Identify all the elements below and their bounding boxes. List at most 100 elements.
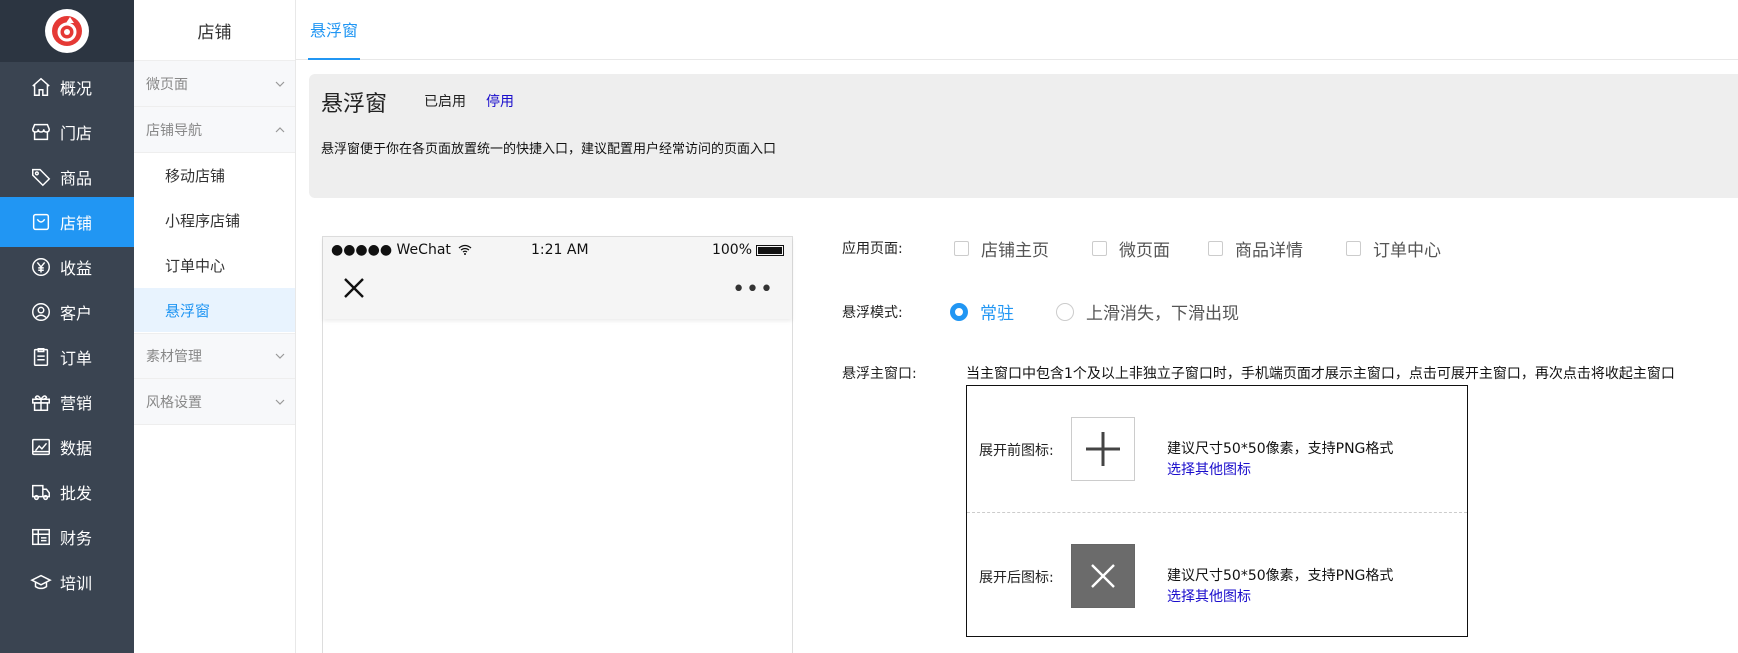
float-mode-label: 悬浮模式:	[842, 305, 903, 321]
nav-item-label: 订单	[60, 349, 93, 368]
nav-item-earnings[interactable]: 收益	[0, 242, 134, 292]
checkbox-box	[1208, 241, 1223, 256]
nav-item-data[interactable]: 数据	[0, 422, 134, 472]
tab-bar: 悬浮窗	[296, 0, 1738, 60]
home-icon	[32, 77, 50, 96]
checkbox-label: 店铺主页	[981, 241, 1049, 261]
main-content: 悬浮窗 悬浮窗 已启用 停用 悬浮窗便于你在各页面放置统一的快捷入口，建议配置用…	[296, 0, 1738, 653]
nav-item-label: 收益	[60, 259, 93, 278]
nav-item-customers[interactable]: 客户	[0, 287, 134, 337]
store-icon	[32, 123, 50, 141]
tag-icon	[32, 168, 51, 187]
main-sidebar: 概况 门店 商品 店铺 收益 客户 订单 营销 数据 批发 财务 培训	[0, 0, 134, 653]
intro-description: 悬浮窗便于你在各页面放置统一的快捷入口，建议配置用户经常访问的页面入口	[321, 142, 777, 157]
battery-icon	[756, 244, 784, 256]
nav-item-label: 批发	[60, 484, 93, 503]
checkbox-label: 微页面	[1119, 241, 1170, 261]
wifi-icon	[458, 244, 472, 255]
yen-icon	[32, 258, 50, 276]
nav-item-marketing[interactable]: 营销	[0, 377, 134, 427]
subnav-title: 店铺	[134, 0, 295, 61]
phone-header: ●●●●● WeChat 1:21 AM 100% •••	[323, 237, 792, 319]
checkbox-box	[1092, 241, 1107, 256]
phone-status-bar: ●●●●● WeChat 1:21 AM 100%	[331, 242, 784, 260]
battery-percent: 100%	[711, 242, 752, 258]
subnav-group-style[interactable]: 风格设置	[134, 379, 295, 425]
close-icon[interactable]	[341, 275, 367, 301]
before-icon-label: 展开前图标:	[979, 443, 1054, 459]
subnav-item-mobile-shop[interactable]: 移动店铺	[134, 153, 295, 197]
nav-item-wholesale[interactable]: 批发	[0, 467, 134, 517]
user-icon	[32, 303, 50, 321]
after-icon-row: 展开后图标: 建议尺寸50*50像素，支持PNG格式 选择其他图标	[967, 512, 1467, 638]
ledger-icon	[32, 528, 50, 546]
shop-subnav: 店铺 微页面 店铺导航 移动店铺 小程序店铺 订单中心 悬浮窗 素材管理 风格设…	[134, 0, 296, 653]
checkbox-micro-page[interactable]: 微页面	[1092, 236, 1170, 261]
disable-link[interactable]: 停用	[486, 91, 514, 111]
nav-item-label: 数据	[60, 439, 93, 458]
nav-item-label: 营销	[60, 394, 93, 413]
carrier-text: ●●●●● WeChat	[331, 242, 472, 258]
plus-icon	[1086, 432, 1120, 466]
tab-floating-window[interactable]: 悬浮窗	[308, 0, 361, 60]
checkbox-label: 订单中心	[1373, 241, 1441, 261]
after-icon-tile[interactable]	[1071, 544, 1135, 608]
radio-resident[interactable]: 常驻	[950, 299, 1014, 324]
checkbox-label: 商品详情	[1235, 241, 1303, 261]
battery-status: 100%	[712, 242, 784, 258]
group-label: 素材管理	[146, 349, 202, 365]
gift-icon	[32, 395, 50, 411]
carrier-label: ●●●●● WeChat	[331, 242, 451, 258]
radio-dot	[950, 302, 968, 321]
chevron-down-icon	[275, 353, 285, 359]
nav-item-label: 财务	[60, 529, 93, 548]
clock-text: 1:21 AM	[531, 242, 589, 258]
after-icon-label: 展开后图标:	[979, 570, 1054, 586]
subnav-group-shop-nav[interactable]: 店铺导航	[134, 107, 295, 153]
checkbox-product-detail[interactable]: 商品详情	[1208, 236, 1303, 261]
checkbox-shop-home[interactable]: 店铺主页	[954, 236, 1049, 261]
after-choose-icon-link[interactable]: 选择其他图标	[1167, 586, 1251, 606]
radio-label: 上滑消失，下滑出现	[1086, 304, 1239, 324]
subnav-item-miniprogram-shop[interactable]: 小程序店铺	[134, 198, 295, 242]
phone-preview: ●●●●● WeChat 1:21 AM 100% •••	[322, 236, 793, 653]
radio-scroll-hide[interactable]: 上滑消失，下滑出现	[1056, 299, 1239, 324]
nav-item-training[interactable]: 培训	[0, 557, 134, 607]
chart-icon	[32, 438, 50, 456]
more-options-icon[interactable]: •••	[732, 277, 774, 302]
status-text: 已启用	[424, 94, 466, 110]
nav-item-finance[interactable]: 财务	[0, 512, 134, 562]
nav-item-shop[interactable]: 店铺	[0, 197, 134, 247]
subnav-item-floating-window[interactable]: 悬浮窗	[134, 288, 295, 332]
graduation-icon	[30, 574, 52, 590]
subnav-group-micro-page[interactable]: 微页面	[134, 61, 295, 107]
nav-item-label: 门店	[60, 124, 93, 143]
subnav-group-materials[interactable]: 素材管理	[134, 333, 295, 379]
group-label: 店铺导航	[146, 122, 202, 139]
before-icon-tile[interactable]	[1071, 417, 1135, 481]
nav-item-label: 概况	[60, 79, 93, 98]
nav-item-stores[interactable]: 门店	[0, 107, 134, 157]
page-title: 悬浮窗	[321, 92, 388, 117]
nav-item-overview[interactable]: 概况	[0, 62, 134, 112]
icon-settings-box: 展开前图标: 建议尺寸50*50像素，支持PNG格式 选择其他图标 展开后图标:…	[966, 385, 1468, 637]
chevron-down-icon	[275, 399, 285, 405]
before-choose-icon-link[interactable]: 选择其他图标	[1167, 459, 1251, 479]
before-size-tip: 建议尺寸50*50像素，支持PNG格式	[1167, 441, 1394, 457]
clipboard-icon	[33, 348, 49, 366]
radio-dot	[1056, 302, 1074, 321]
main-window-hint: 当主窗口中包含1个及以上非独立子窗口时，手机端页面才展示主窗口，点击可展开主窗口…	[966, 366, 1675, 382]
shop-bag-icon	[32, 213, 50, 231]
chevron-down-icon	[275, 81, 285, 87]
close-icon	[1091, 564, 1115, 588]
radio-label: 常驻	[980, 304, 1014, 324]
checkbox-order-center[interactable]: 订单中心	[1346, 236, 1441, 261]
chevron-up-icon	[275, 126, 285, 132]
logo[interactable]	[0, 0, 134, 62]
nav-item-goods[interactable]: 商品	[0, 152, 134, 202]
checkbox-box	[954, 241, 969, 256]
truck-icon	[32, 484, 50, 501]
subnav-item-order-center[interactable]: 订单中心	[134, 243, 295, 287]
nav-item-orders[interactable]: 订单	[0, 332, 134, 382]
intro-panel: 悬浮窗 已启用 停用 悬浮窗便于你在各页面放置统一的快捷入口，建议配置用户经常访…	[309, 74, 1738, 198]
